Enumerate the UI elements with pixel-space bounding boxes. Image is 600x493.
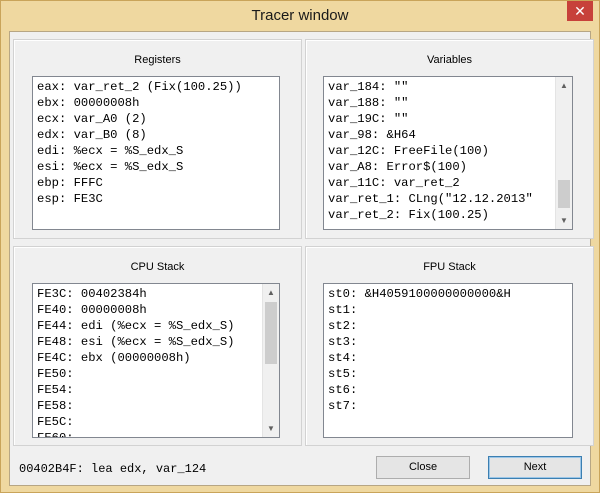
scroll-down-arrow-icon[interactable]: ▼: [263, 420, 279, 437]
scroll-up-arrow-icon[interactable]: ▲: [263, 284, 279, 301]
fpu-stack-line[interactable]: st4:: [328, 350, 511, 366]
client-area: Registers eax: var_ret_2 (Fix(100.25)) eb…: [9, 31, 594, 486]
registers-panel: Registers eax: var_ret_2 (Fix(100.25)) eb…: [13, 39, 302, 239]
registers-line[interactable]: edx: var_B0 (8): [37, 127, 242, 143]
cpu-stack-line[interactable]: FE4C: ebx (00000008h): [37, 350, 234, 366]
close-button[interactable]: Close: [376, 456, 470, 479]
cpu-stack-scrollbar[interactable]: ▲ ▼: [262, 284, 279, 437]
variables-line[interactable]: var_12C: FreeFile(100): [328, 143, 533, 159]
variables-panel: Variables var_184: "" var_188: "" var_19C:…: [305, 39, 594, 239]
registers-line[interactable]: ebx: 00000008h: [37, 95, 242, 111]
cpu-stack-list[interactable]: FE3C: 00402384h FE40: 00000008h FE44: edi …: [32, 283, 280, 438]
current-instruction: 00402B4F: lea edx, var_124: [19, 462, 207, 476]
fpu-stack-list[interactable]: st0: &H4059100000000000&H st1: st2: st3: st4…: [323, 283, 573, 438]
cpu-stack-scroll-thumb[interactable]: [265, 302, 277, 364]
fpu-stack-line[interactable]: st5:: [328, 366, 511, 382]
fpu-stack-title: FPU Stack: [423, 261, 476, 273]
next-button[interactable]: Next: [488, 456, 582, 479]
cpu-stack-line[interactable]: FE54:: [37, 382, 234, 398]
registers-title: Registers: [134, 54, 181, 66]
fpu-stack-line[interactable]: st7:: [328, 398, 511, 414]
registers-list[interactable]: eax: var_ret_2 (Fix(100.25)) ebx: 0000000…: [32, 76, 280, 230]
variables-scroll-thumb[interactable]: [558, 180, 570, 208]
cpu-stack-line[interactable]: FE50:: [37, 366, 234, 382]
fpu-stack-lines: st0: &H4059100000000000&H st1: st2: st3: st4…: [328, 286, 511, 414]
fpu-stack-line[interactable]: st2:: [328, 318, 511, 334]
registers-lines: eax: var_ret_2 (Fix(100.25)) ebx: 0000000…: [37, 79, 242, 207]
registers-line[interactable]: esp: FE3C: [37, 191, 242, 207]
fpu-stack-line[interactable]: st1:: [328, 302, 511, 318]
variables-line[interactable]: var_11C: var_ret_2: [328, 175, 533, 191]
variables-scrollbar[interactable]: ▲ ▼: [555, 77, 572, 229]
variables-line[interactable]: var_19C: "": [328, 111, 533, 127]
registers-line[interactable]: eax: var_ret_2 (Fix(100.25)): [37, 79, 242, 95]
variables-line[interactable]: var_184: "": [328, 79, 533, 95]
variables-line[interactable]: var_ret_2: Fix(100.25): [328, 207, 533, 223]
variables-line[interactable]: var_98: &H64: [328, 127, 533, 143]
cpu-stack-line[interactable]: FE58:: [37, 398, 234, 414]
cpu-stack-line[interactable]: FE44: edi (%ecx = %S_edx_S): [37, 318, 234, 334]
cpu-stack-lines: FE3C: 00402384h FE40: 00000008h FE44: edi …: [37, 286, 234, 437]
cpu-stack-line[interactable]: FE60:: [37, 430, 234, 437]
cpu-stack-panel: CPU Stack FE3C: 00402384h FE40: 00000008h…: [13, 246, 302, 446]
tracer-window: Tracer window ✕ Registers eax: var_ret_2…: [0, 0, 600, 493]
cpu-stack-line[interactable]: FE5C:: [37, 414, 234, 430]
variables-line[interactable]: var_A8: Error$(100): [328, 159, 533, 175]
fpu-stack-line[interactable]: st6:: [328, 382, 511, 398]
registers-line[interactable]: ebp: FFFC: [37, 175, 242, 191]
fpu-stack-panel: FPU Stack st0: &H4059100000000000&H st1: s…: [305, 246, 594, 446]
registers-line[interactable]: edi: %ecx = %S_edx_S: [37, 143, 242, 159]
registers-line[interactable]: esi: %ecx = %S_edx_S: [37, 159, 242, 175]
window-close-button[interactable]: ✕: [567, 1, 593, 21]
window-title: Tracer window: [251, 7, 349, 24]
cpu-stack-title: CPU Stack: [130, 261, 185, 273]
variables-line[interactable]: var_188: "": [328, 95, 533, 111]
title-bar[interactable]: Tracer window ✕: [1, 1, 599, 31]
registers-line[interactable]: ecx: var_A0 (2): [37, 111, 242, 127]
scroll-up-arrow-icon[interactable]: ▲: [556, 77, 572, 94]
variables-lines: var_184: "" var_188: "" var_19C: "" var_98:…: [328, 79, 533, 223]
variables-title: Variables: [426, 54, 473, 66]
scroll-down-arrow-icon[interactable]: ▼: [556, 212, 572, 229]
variables-list[interactable]: var_184: "" var_188: "" var_19C: "" var_98:…: [323, 76, 573, 230]
cpu-stack-line[interactable]: FE40: 00000008h: [37, 302, 234, 318]
cpu-stack-line[interactable]: FE3C: 00402384h: [37, 286, 234, 302]
fpu-stack-line[interactable]: st3:: [328, 334, 511, 350]
variables-line[interactable]: var_ret_1: CLng("12.12.2013": [328, 191, 533, 207]
cpu-stack-line[interactable]: FE48: esi (%ecx = %S_edx_S): [37, 334, 234, 350]
fpu-stack-line[interactable]: st0: &H4059100000000000&H: [328, 286, 511, 302]
